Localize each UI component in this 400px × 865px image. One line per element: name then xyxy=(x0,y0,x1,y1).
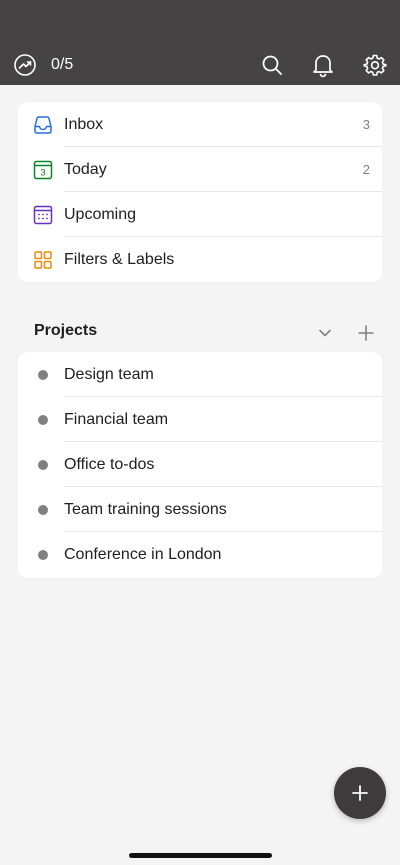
project-item[interactable]: Financial team xyxy=(18,397,382,442)
projects-collapse-button[interactable] xyxy=(316,324,334,342)
nav-item-count: 3 xyxy=(362,117,370,132)
project-color-dot xyxy=(38,459,48,470)
nav-item-label: Today xyxy=(64,160,107,178)
nav-item-count: 2 xyxy=(362,162,370,177)
calendar-today-icon: 3 xyxy=(32,159,54,181)
nav-item-upcoming[interactable]: Upcoming xyxy=(18,192,382,237)
search-button[interactable] xyxy=(259,52,285,78)
nav-item-inbox[interactable]: Inbox 3 xyxy=(18,102,382,147)
nav-item-label: Filters & Labels xyxy=(64,250,175,268)
nav-item-label: Upcoming xyxy=(64,205,137,223)
project-color-dot xyxy=(38,414,48,425)
notifications-button[interactable] xyxy=(310,52,336,78)
chevron-down-icon xyxy=(319,329,331,337)
nav-item-label: Inbox xyxy=(64,115,104,133)
home-indicator xyxy=(129,853,272,858)
calendar-upcoming-icon xyxy=(32,204,54,226)
today-icon-date: 3 xyxy=(40,167,45,178)
bell-icon xyxy=(313,55,333,78)
plus-icon xyxy=(352,785,368,801)
karma-progress[interactable]: 0/5 xyxy=(13,53,73,77)
navigation-card: Inbox 3 3 Today 2 Upcoming Filters & Lab… xyxy=(18,102,382,282)
inbox-icon xyxy=(32,114,54,136)
karma-progress-text: 0/5 xyxy=(51,56,74,73)
projects-header[interactable]: Projects xyxy=(34,322,97,340)
project-color-dot xyxy=(38,369,48,380)
plus-icon xyxy=(358,325,374,341)
project-item[interactable]: Design team xyxy=(18,352,382,397)
project-item[interactable]: Conference in London xyxy=(18,532,382,577)
add-project-button[interactable] xyxy=(356,323,376,343)
project-item-label: Conference in London xyxy=(64,545,222,563)
search-icon xyxy=(262,55,282,75)
add-task-fab[interactable] xyxy=(334,767,386,819)
trend-up-icon xyxy=(14,54,36,76)
nav-item-filters-labels[interactable]: Filters & Labels xyxy=(18,237,382,282)
project-color-dot xyxy=(38,549,48,560)
settings-button[interactable] xyxy=(362,52,388,78)
filters-grid-icon xyxy=(32,249,54,271)
project-item[interactable]: Team training sessions xyxy=(18,487,382,532)
nav-item-today[interactable]: 3 Today 2 xyxy=(18,147,382,192)
project-item-label: Financial team xyxy=(64,410,169,428)
project-item[interactable]: Office to-dos xyxy=(18,442,382,487)
projects-card: Design team Financial team Office to-dos… xyxy=(18,352,382,578)
project-item-label: Team training sessions xyxy=(64,500,227,518)
gear-icon xyxy=(363,54,387,76)
project-item-label: Office to-dos xyxy=(64,455,155,473)
project-color-dot xyxy=(38,504,48,515)
project-item-label: Design team xyxy=(64,365,154,383)
top-bar: 0/5 xyxy=(0,0,400,85)
